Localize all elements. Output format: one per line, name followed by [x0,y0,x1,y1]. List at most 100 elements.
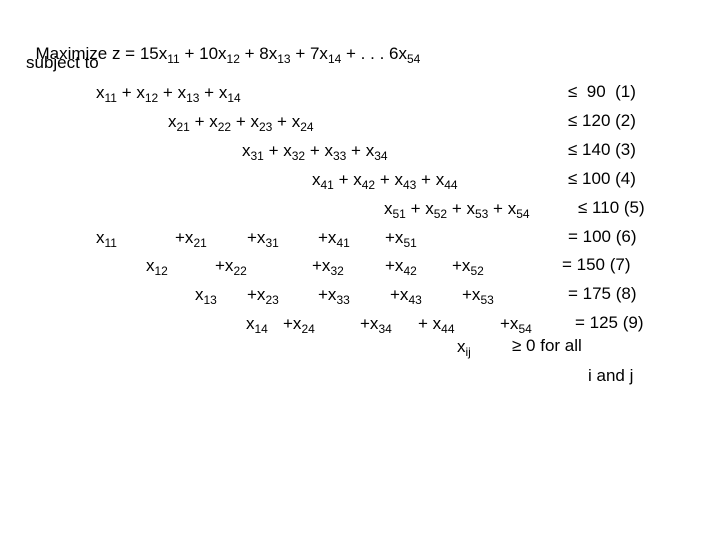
variable: x [242,141,251,160]
variable: x [291,112,301,131]
subscript: 41 [320,178,334,192]
variable: +x [360,314,379,333]
subscript: 34 [374,149,388,163]
demand-term: +x42 [385,256,417,278]
variable: x [435,170,445,189]
subscript: 42 [403,264,417,278]
demand-constraint-rhs: = 175 (8) [568,284,637,303]
operator: + . . . [341,44,390,63]
demand-term: +x52 [452,256,484,278]
plus-operator: + [116,83,137,102]
objective-term: 15x [139,44,168,63]
variable: +x [247,285,266,304]
plus-operator: + [488,199,508,218]
variable: +x [385,256,404,275]
plus-operator: + [416,170,436,189]
variable: +x [390,285,409,304]
plus-operator: + [231,112,251,131]
variable: x [507,199,517,218]
plus-operator: + [333,170,354,189]
supply-constraint-lhs: x41 + x42 + x43 + x44 [312,170,458,192]
variable: x [365,141,375,160]
variable: x [136,83,145,102]
variable: x [324,141,333,160]
variable: x [96,83,105,102]
variable: +x [452,256,471,275]
nonnegativity-text: ≥ 0 for all [512,336,582,355]
variable: x [466,199,475,218]
demand-term: +x53 [462,285,494,307]
subscript: 24 [300,120,314,134]
plus-operator: + [272,112,292,131]
demand-term: +x43 [390,285,422,307]
supply-constraint-lhs: x31 + x32 + x33 + x34 [242,141,388,163]
subscript: 53 [480,293,494,307]
supply-constraint-rhs: ≤ 120 (2) [568,111,636,130]
subscript: 12 [226,52,240,66]
supply-constraint-lhs: x21 + x22 + x23 + x24 [168,112,314,134]
subscript: 24 [301,322,315,336]
variable: x [394,170,403,189]
subscript: 22 [233,264,247,278]
variable: x [283,141,292,160]
plus-operator: + [305,141,325,160]
variable: +x [500,314,519,333]
subscript: 14 [227,91,241,105]
subscript: 54 [406,52,421,66]
subscript: 14 [327,52,342,66]
demand-term: +x22 [215,256,247,278]
subscript: 11 [104,236,117,250]
demand-term: +x33 [318,285,350,306]
subscript: 12 [144,91,159,105]
supply-constraint-lhs: x11 + x12 + x13 + x14 [96,83,241,105]
variable: +x [462,285,481,304]
variable: x [209,112,218,131]
plus-operator: + [375,170,395,189]
demand-term: +x31 [247,228,279,249]
demand-term: +x51 [385,228,417,249]
variable: +x [247,228,266,247]
subscript: 21 [176,120,190,134]
subscript: 52 [470,264,484,278]
demand-term: x13 [195,285,217,307]
subscript: 14 [254,322,268,336]
variable: x [425,199,434,218]
subscript: 43 [408,293,422,307]
variable: +x [312,256,331,275]
variable: x [250,112,259,131]
variable: +x [318,285,337,304]
variable: x [384,199,393,218]
subscript: 21 [193,236,207,250]
subscript: 13 [203,293,217,307]
subscript: 42 [361,178,376,192]
objective-term: 8x [259,44,278,63]
objective-term: 6x [389,44,407,63]
subscript: 11 [167,52,180,66]
demand-constraint-rhs: = 125 (9) [575,313,644,332]
subscript: 22 [217,120,232,134]
demand-term: +x24 [283,314,315,336]
demand-term: +x34 [360,314,392,335]
demand-constraint-rhs: = 150 (7) [562,255,631,274]
demand-term: +x32 [312,256,344,278]
plus-operator: + [447,199,467,218]
nonnegativity-var: xij [457,337,471,358]
variable: x [195,285,204,304]
demand-term: +x21 [175,228,207,250]
variable: +x [215,256,234,275]
variable: x [168,112,177,131]
variable: x [246,314,255,333]
subscript: 52 [433,207,448,221]
objective-term: 10x [199,44,227,63]
demand-term: x11 [96,228,117,250]
subscript: 13 [186,91,200,105]
demand-term: +x23 [247,285,279,306]
demand-term: +x54 [500,314,532,335]
subscript: 12 [154,264,168,278]
variable: +x [318,228,337,247]
demand-term: x12 [146,256,168,278]
subscript: 32 [330,264,344,278]
variable: x [457,337,466,356]
supply-constraint-rhs: ≤ 100 (4) [568,169,636,188]
subscript: 51 [392,207,406,221]
